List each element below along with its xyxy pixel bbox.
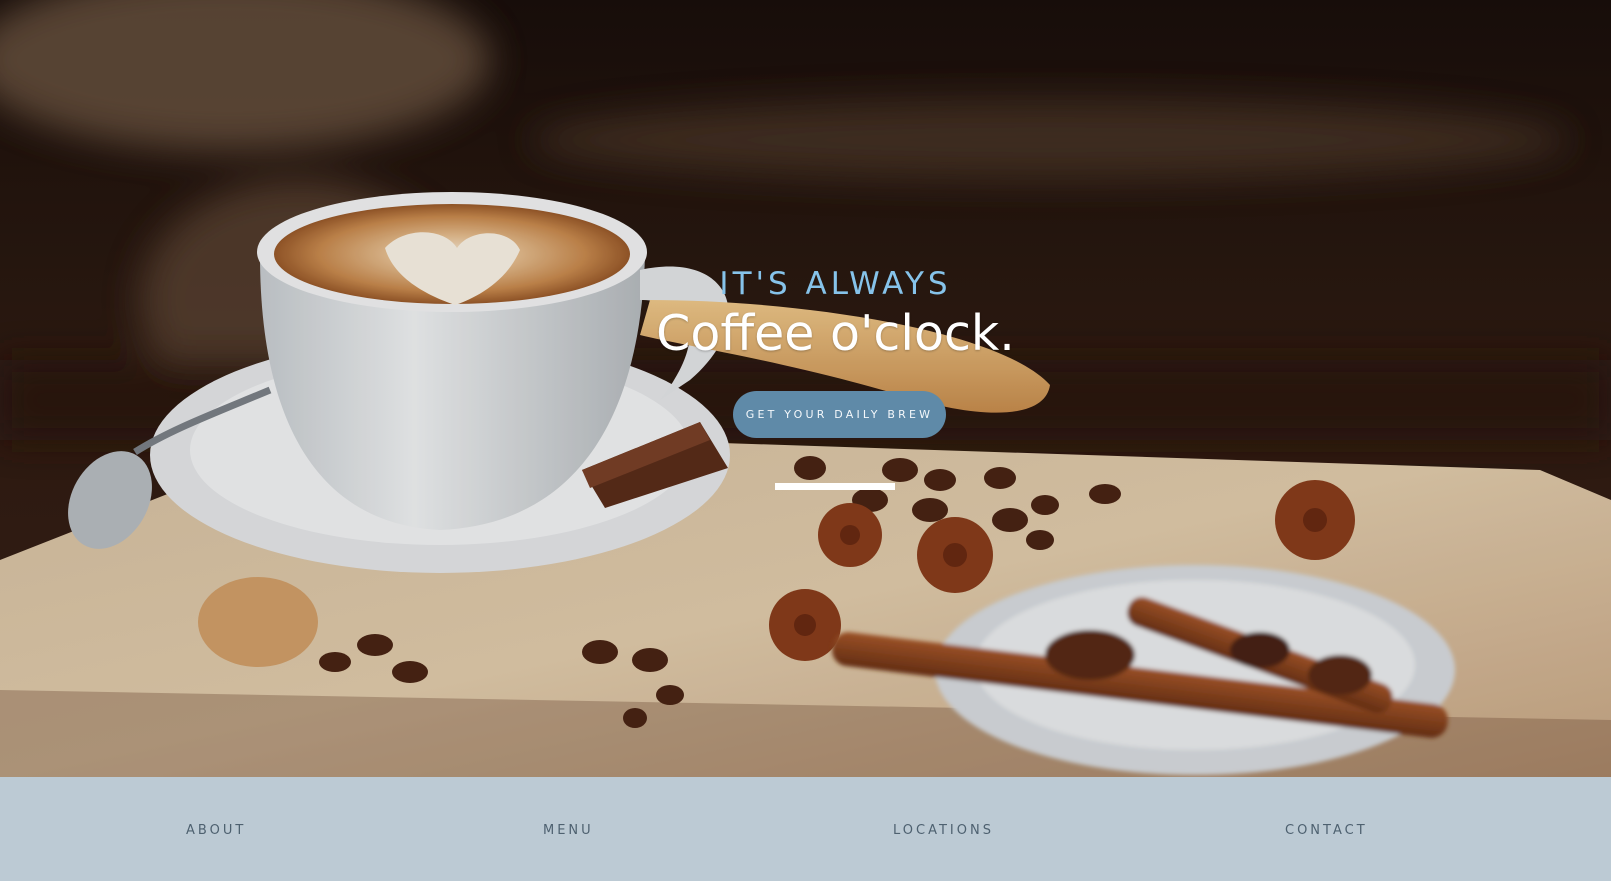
bottom-nav: ABOUT MENU LOCATIONS CONTACT (0, 777, 1611, 881)
get-daily-brew-button[interactable]: GET YOUR DAILY BREW (733, 391, 946, 438)
nav-link-about[interactable]: ABOUT (186, 823, 246, 838)
hero-eyebrow: IT'S ALWAYS (719, 266, 952, 302)
nav-link-locations[interactable]: LOCATIONS (893, 823, 994, 838)
nav-link-menu[interactable]: MENU (543, 823, 594, 838)
nav-link-contact[interactable]: CONTACT (1285, 823, 1368, 838)
hero-section: IT'S ALWAYS Coffee o'clock. GET YOUR DAI… (0, 0, 1611, 777)
hero-headline: Coffee o'clock. (656, 305, 1015, 362)
hero-divider (775, 483, 895, 490)
hero-content: IT'S ALWAYS Coffee o'clock. GET YOUR DAI… (0, 0, 1611, 777)
